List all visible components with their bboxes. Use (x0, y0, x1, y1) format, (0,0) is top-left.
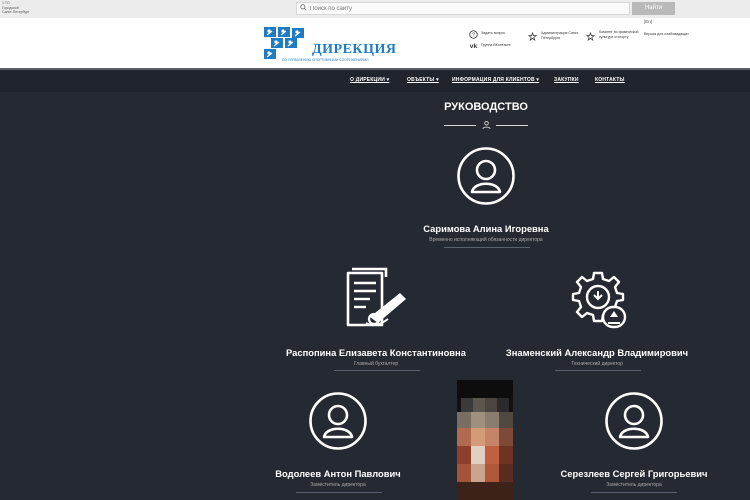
vk-group-link[interactable]: Группа ВКонтакте (481, 43, 526, 48)
page-title: РУКОВОДСТВО (444, 101, 528, 113)
accessible-version-link[interactable]: Версия для слабовидящих (644, 32, 714, 37)
user-avatar-icon (309, 392, 367, 450)
person-name: Водолеев Антон Павлович (275, 468, 401, 479)
chevron-down-icon: ▾ (534, 77, 540, 83)
person-name: Знаменский Александр Владимирович (505, 347, 689, 358)
person-name: Серезлеев Сергей Григорьевич (560, 468, 708, 479)
logo-subtitle: ПО УПРАВЛЕНИЮ СПОРТИВНЫМИ СООРУЖЕНИЯМИ (282, 58, 369, 62)
person-underline (555, 370, 641, 371)
pixelated-photo (457, 380, 513, 500)
language-switch[interactable]: [En] (644, 19, 652, 24)
person-underline (334, 370, 420, 371)
nav-item-clients-info[interactable]: ИНФОРМАЦИЯ ДЛЯ КЛИЕНТОВ ▾ (452, 77, 539, 83)
person-role: Временно исполняющий обязанности директо… (429, 237, 543, 243)
svg-text:?: ? (472, 33, 475, 39)
city-admin-link[interactable]: Администрация Санкт-Петербурга (541, 31, 583, 41)
sport-committee-link[interactable]: Комитет по физической культуре и спорту (599, 30, 641, 40)
nav-item-contacts[interactable]: КОНТАКТЫ (595, 77, 625, 83)
find-button[interactable]: Найти (632, 2, 675, 15)
document-signature-icon (346, 267, 406, 327)
search-icon (300, 4, 307, 11)
chevron-down-icon: ▾ (434, 77, 439, 83)
user-avatar-icon (605, 392, 663, 450)
search-input[interactable] (310, 3, 610, 14)
nav-item-objects[interactable]: ОБЪЕКТЫ ▾ (407, 77, 439, 83)
user-avatar-icon (457, 147, 515, 205)
main-nav: О ДИРЕКЦИИ ▾ ОБЪЕКТЫ ▾ ИНФОРМАЦИЯ ДЛЯ КЛ… (0, 68, 750, 92)
top-left-info: 1 ТО Городской Санкт-Петербург (2, 1, 29, 15)
svg-text:vk: vk (470, 43, 478, 50)
ask-question-link[interactable]: Задать вопрос (481, 31, 521, 36)
user-small-icon (482, 120, 491, 130)
person-name: Саримова Алина Игоревна (423, 223, 549, 234)
title-divider-left (444, 125, 476, 126)
person-underline (296, 492, 382, 493)
person-underline (591, 492, 677, 493)
chevron-down-icon: ▾ (385, 77, 390, 83)
emblem-icon[interactable] (528, 32, 537, 41)
top-left-line-3: Санкт-Петербург (2, 10, 30, 14)
person-role: Заместитель директора (310, 482, 366, 488)
gear-technical-icon (571, 271, 627, 329)
vk-icon[interactable]: vk (469, 41, 478, 50)
nav-item-about[interactable]: О ДИРЕКЦИИ ▾ (350, 77, 389, 83)
person-role: Заместитель директора (606, 482, 662, 488)
person-role: Технический директор (571, 361, 623, 367)
title-divider-right (496, 125, 528, 126)
nav-item-purchases[interactable]: ЗАКУПКИ (554, 77, 579, 83)
logo-title: ДИРЕКЦИЯ (312, 42, 397, 57)
person-underline (444, 247, 530, 248)
question-icon[interactable]: ? (469, 30, 478, 39)
emblem-icon[interactable] (586, 32, 595, 41)
